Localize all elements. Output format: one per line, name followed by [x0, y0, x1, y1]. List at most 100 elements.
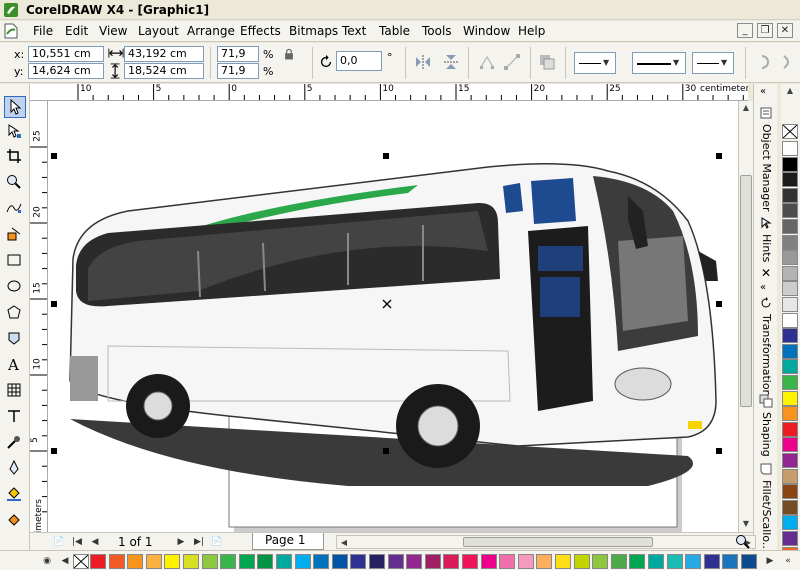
menu-tools[interactable]: Tools	[422, 24, 452, 38]
palette-menu-button[interactable]: ◉	[40, 554, 54, 568]
scale-x-input[interactable]: 71,9	[217, 46, 259, 62]
y-position-input[interactable]: 14,624 cm	[28, 63, 104, 79]
color-swatch[interactable]	[238, 554, 255, 569]
color-swatch[interactable]	[782, 297, 798, 312]
color-swatch[interactable]	[276, 554, 292, 569]
no-color-swatch[interactable]	[782, 124, 798, 139]
interactive-fill-tool[interactable]	[4, 510, 26, 532]
color-swatch[interactable]	[782, 468, 798, 484]
outline-tool[interactable]	[4, 458, 26, 480]
color-swatch[interactable]	[782, 421, 798, 437]
color-swatch[interactable]	[406, 554, 423, 569]
outline-style-selector[interactable]: ▼	[632, 52, 686, 74]
zoom-icon[interactable]	[735, 534, 751, 550]
docker-close-button[interactable]: ✕	[761, 266, 781, 280]
color-swatch[interactable]	[127, 554, 144, 569]
color-swatch[interactable]	[685, 554, 702, 569]
menu-window[interactable]: Window	[463, 24, 510, 38]
vertical-scroll-thumb[interactable]	[740, 175, 752, 407]
scroll-down-button[interactable]: ▼	[739, 517, 753, 531]
color-swatch[interactable]	[462, 554, 478, 569]
restore-document-button[interactable]: ❐	[757, 23, 773, 38]
color-swatch[interactable]	[782, 203, 798, 219]
menu-bitmaps[interactable]: Bitmaps	[289, 24, 338, 38]
menu-arrange[interactable]: Arrange	[187, 24, 235, 38]
color-swatch[interactable]	[782, 359, 798, 375]
color-swatch[interactable]	[629, 554, 646, 569]
color-swatch[interactable]	[782, 312, 798, 328]
first-page-button[interactable]: |◀	[70, 535, 84, 549]
color-swatch[interactable]	[782, 406, 798, 422]
color-swatch[interactable]	[722, 554, 739, 569]
pick-tool[interactable]	[4, 96, 26, 118]
color-swatch[interactable]	[782, 328, 798, 344]
menu-edit[interactable]: Edit	[65, 24, 88, 38]
color-swatch[interactable]	[666, 554, 683, 569]
vertical-ruler[interactable]: 25 20 15 10 5 centimeters	[30, 101, 48, 532]
docker-collapse-button[interactable]: «	[760, 86, 780, 97]
scroll-left-button[interactable]: ◀	[337, 536, 351, 550]
bus-illustration[interactable]	[48, 101, 738, 532]
polygon-tool[interactable]	[4, 302, 26, 324]
color-swatch[interactable]	[782, 453, 798, 468]
docker-collapse-button[interactable]: «	[760, 282, 780, 293]
tab-transformation[interactable]: Transformation	[756, 294, 776, 397]
color-swatch[interactable]	[782, 250, 798, 266]
next-page-button[interactable]: ▶	[174, 535, 188, 549]
color-swatch[interactable]	[703, 554, 720, 569]
color-swatch[interactable]	[741, 554, 757, 569]
color-swatch[interactable]	[782, 172, 798, 188]
color-swatch[interactable]	[517, 554, 534, 569]
convert-to-curves-icon[interactable]	[478, 53, 496, 71]
crop-tool[interactable]	[4, 146, 26, 168]
color-swatch[interactable]	[782, 187, 798, 203]
color-swatch[interactable]	[782, 265, 798, 281]
shape-tool[interactable]	[4, 121, 26, 143]
color-swatch[interactable]	[782, 499, 798, 515]
color-swatch[interactable]	[294, 554, 311, 569]
menu-layout[interactable]: Layout	[138, 24, 179, 38]
last-page-button[interactable]: ▶|	[192, 535, 206, 549]
menu-text[interactable]: Text	[342, 24, 366, 38]
color-swatch[interactable]	[782, 375, 798, 390]
color-swatch[interactable]	[782, 219, 798, 234]
color-swatch[interactable]	[782, 390, 798, 406]
drawing-canvas[interactable]	[48, 101, 738, 532]
color-swatch[interactable]	[782, 281, 798, 297]
color-swatch[interactable]	[220, 554, 237, 569]
text-tool[interactable]: A	[4, 354, 26, 376]
horizontal-scroll-thumb[interactable]	[463, 537, 653, 547]
color-swatch[interactable]	[782, 437, 798, 453]
minimize-document-button[interactable]: _	[737, 23, 753, 38]
palette-scroll-right-button[interactable]: ▶	[763, 554, 777, 568]
color-swatch[interactable]	[480, 554, 497, 569]
no-color-swatch[interactable]	[73, 554, 89, 569]
color-swatch[interactable]	[782, 515, 798, 531]
previous-page-button[interactable]: ◀	[88, 535, 102, 549]
color-swatch[interactable]	[387, 554, 404, 569]
palette-scroll-up-button[interactable]: ▲	[783, 84, 797, 98]
color-swatch[interactable]	[536, 554, 553, 569]
menu-view[interactable]: View	[99, 24, 127, 38]
color-swatch[interactable]	[313, 554, 330, 569]
color-swatch[interactable]	[424, 554, 441, 569]
ellipse-tool[interactable]	[4, 276, 26, 298]
color-swatch[interactable]	[592, 554, 609, 569]
close-document-button[interactable]: ✕	[777, 23, 793, 38]
color-swatch[interactable]	[350, 554, 367, 569]
basic-shapes-tool[interactable]	[4, 328, 26, 350]
color-swatch[interactable]	[201, 554, 218, 569]
node-edit-icon[interactable]	[503, 53, 521, 71]
smart-fill-tool[interactable]	[4, 224, 26, 246]
menu-file[interactable]: File	[33, 24, 53, 38]
mirror-horizontal-icon[interactable]	[414, 53, 432, 71]
add-page-button[interactable]: 📄	[52, 535, 66, 549]
color-swatch[interactable]	[782, 343, 798, 359]
palette-scroll-left-button[interactable]: ◀	[58, 554, 72, 568]
add-page-after-button[interactable]: 📄	[210, 535, 224, 549]
color-swatch[interactable]	[648, 554, 664, 569]
menu-table[interactable]: Table	[379, 24, 410, 38]
freehand-tool[interactable]	[4, 198, 26, 220]
color-swatch[interactable]	[183, 554, 199, 569]
tab-page-1[interactable]: Page 1	[252, 533, 324, 550]
